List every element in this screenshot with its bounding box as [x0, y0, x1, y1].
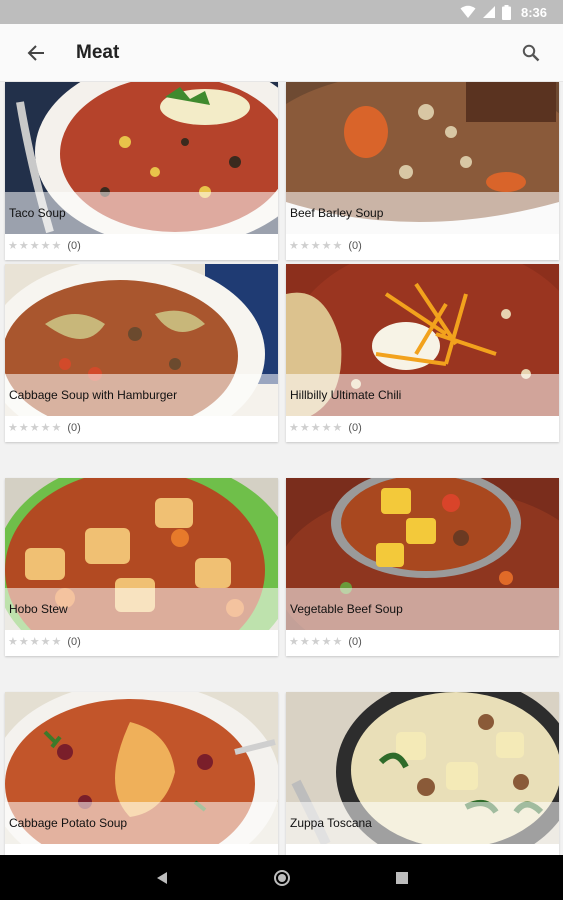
recipe-photo: Cabbage Soup with Hamburger — [5, 264, 278, 416]
star-icon: ★ — [18, 421, 29, 434]
rating: ★ ★ ★ ★ ★ (0) — [8, 419, 81, 437]
triangle-back-icon — [156, 871, 167, 884]
star-icon: ★ — [8, 635, 18, 648]
star-icon: ★ — [310, 635, 321, 648]
star-icon: ★ — [29, 635, 40, 648]
star-icon: ★ — [8, 239, 18, 252]
star-icon: ★ — [29, 239, 40, 252]
app-bar: Meat — [0, 24, 563, 82]
search-button[interactable] — [507, 29, 555, 77]
star-icon: ★ — [8, 421, 18, 434]
recipe-card[interactable]: Zuppa Toscana — [286, 692, 559, 855]
nav-back-button[interactable] — [150, 866, 174, 890]
circle-home-icon — [273, 869, 290, 886]
wifi-icon — [460, 5, 476, 18]
back-button[interactable] — [12, 29, 60, 77]
rating: ★ ★ ★ ★ ★ (0) — [289, 237, 362, 255]
star-icon: ★ — [18, 239, 29, 252]
signal-icon — [482, 6, 495, 18]
recipe-photo: Vegetable Beef Soup — [286, 478, 559, 630]
rating: ★ ★ ★ ★ ★ (0) — [8, 633, 81, 651]
page-title: Meat — [76, 41, 120, 63]
star-icon: ★ — [18, 635, 29, 648]
star-icon: ★ — [51, 635, 62, 648]
star-icon: ★ — [40, 635, 51, 648]
status-bar: 8:36 — [0, 0, 563, 24]
rating-count: (0) — [67, 240, 81, 252]
recipe-title: Hillbilly Ultimate Chili — [286, 374, 559, 416]
recipe-grid[interactable]: Taco Soup ★ ★ ★ ★ ★ (0) Beef Barley Soup — [0, 82, 563, 855]
star-icon: ★ — [299, 635, 310, 648]
recipe-photo: Zuppa Toscana — [286, 692, 559, 844]
recipe-photo: Hobo Stew — [5, 478, 278, 630]
star-icon: ★ — [289, 635, 299, 648]
star-icon: ★ — [310, 239, 321, 252]
star-icon: ★ — [299, 239, 310, 252]
star-icon: ★ — [51, 421, 62, 434]
recipe-card[interactable]: Vegetable Beef Soup ★ ★ ★ ★ ★ (0) — [286, 478, 559, 656]
rating-count: (0) — [67, 422, 81, 434]
rating: ★ ★ ★ ★ ★ (0) — [289, 633, 362, 651]
battery-icon — [501, 4, 511, 20]
star-icon: ★ — [299, 421, 310, 434]
recipe-photo: Beef Barley Soup — [286, 82, 559, 234]
star-icon: ★ — [29, 421, 40, 434]
recipe-card[interactable]: Hillbilly Ultimate Chili ★ ★ ★ ★ ★ (0) — [286, 264, 559, 442]
nav-home-button[interactable] — [270, 866, 294, 890]
recipe-title: Cabbage Soup with Hamburger — [5, 374, 278, 416]
rating-count: (0) — [67, 636, 81, 648]
recipe-card[interactable]: Beef Barley Soup ★ ★ ★ ★ ★ (0) — [286, 82, 559, 260]
recipe-title: Cabbage Potato Soup — [5, 802, 278, 844]
square-recents-icon — [395, 871, 408, 884]
search-icon — [522, 44, 540, 61]
nav-recents-button[interactable] — [390, 866, 414, 890]
recipe-photo: Hillbilly Ultimate Chili — [286, 264, 559, 416]
recipe-title: Vegetable Beef Soup — [286, 588, 559, 630]
recipe-card[interactable]: Cabbage Soup with Hamburger ★ ★ ★ ★ ★ (0… — [5, 264, 278, 442]
rating-count: (0) — [348, 636, 362, 648]
star-icon: ★ — [332, 239, 343, 252]
recipe-title: Hobo Stew — [5, 588, 278, 630]
rating: ★ ★ ★ ★ ★ (0) — [8, 237, 81, 255]
rating-count: (0) — [348, 422, 362, 434]
star-icon: ★ — [332, 421, 343, 434]
arrow-back-icon — [27, 44, 44, 61]
recipe-card[interactable]: Hobo Stew ★ ★ ★ ★ ★ (0) — [5, 478, 278, 656]
star-icon: ★ — [289, 421, 299, 434]
star-icon: ★ — [321, 635, 332, 648]
star-icon: ★ — [321, 239, 332, 252]
rating: ★ ★ ★ ★ ★ (0) — [289, 419, 362, 437]
star-icon: ★ — [321, 421, 332, 434]
recipe-title: Taco Soup — [5, 192, 278, 234]
navigation-bar — [0, 855, 563, 900]
recipe-title: Zuppa Toscana — [286, 802, 559, 844]
rating-count: (0) — [348, 240, 362, 252]
recipe-card[interactable]: Taco Soup ★ ★ ★ ★ ★ (0) — [5, 82, 278, 260]
recipe-photo: Taco Soup — [5, 82, 278, 234]
star-icon: ★ — [332, 635, 343, 648]
star-icon: ★ — [310, 421, 321, 434]
recipe-photo: Cabbage Potato Soup — [5, 692, 278, 844]
star-icon: ★ — [289, 239, 299, 252]
star-icon: ★ — [51, 239, 62, 252]
star-icon: ★ — [40, 421, 51, 434]
recipe-card[interactable]: Cabbage Potato Soup — [5, 692, 278, 855]
status-time: 8:36 — [520, 4, 547, 20]
star-icon: ★ — [40, 239, 51, 252]
recipe-title: Beef Barley Soup — [286, 192, 559, 234]
